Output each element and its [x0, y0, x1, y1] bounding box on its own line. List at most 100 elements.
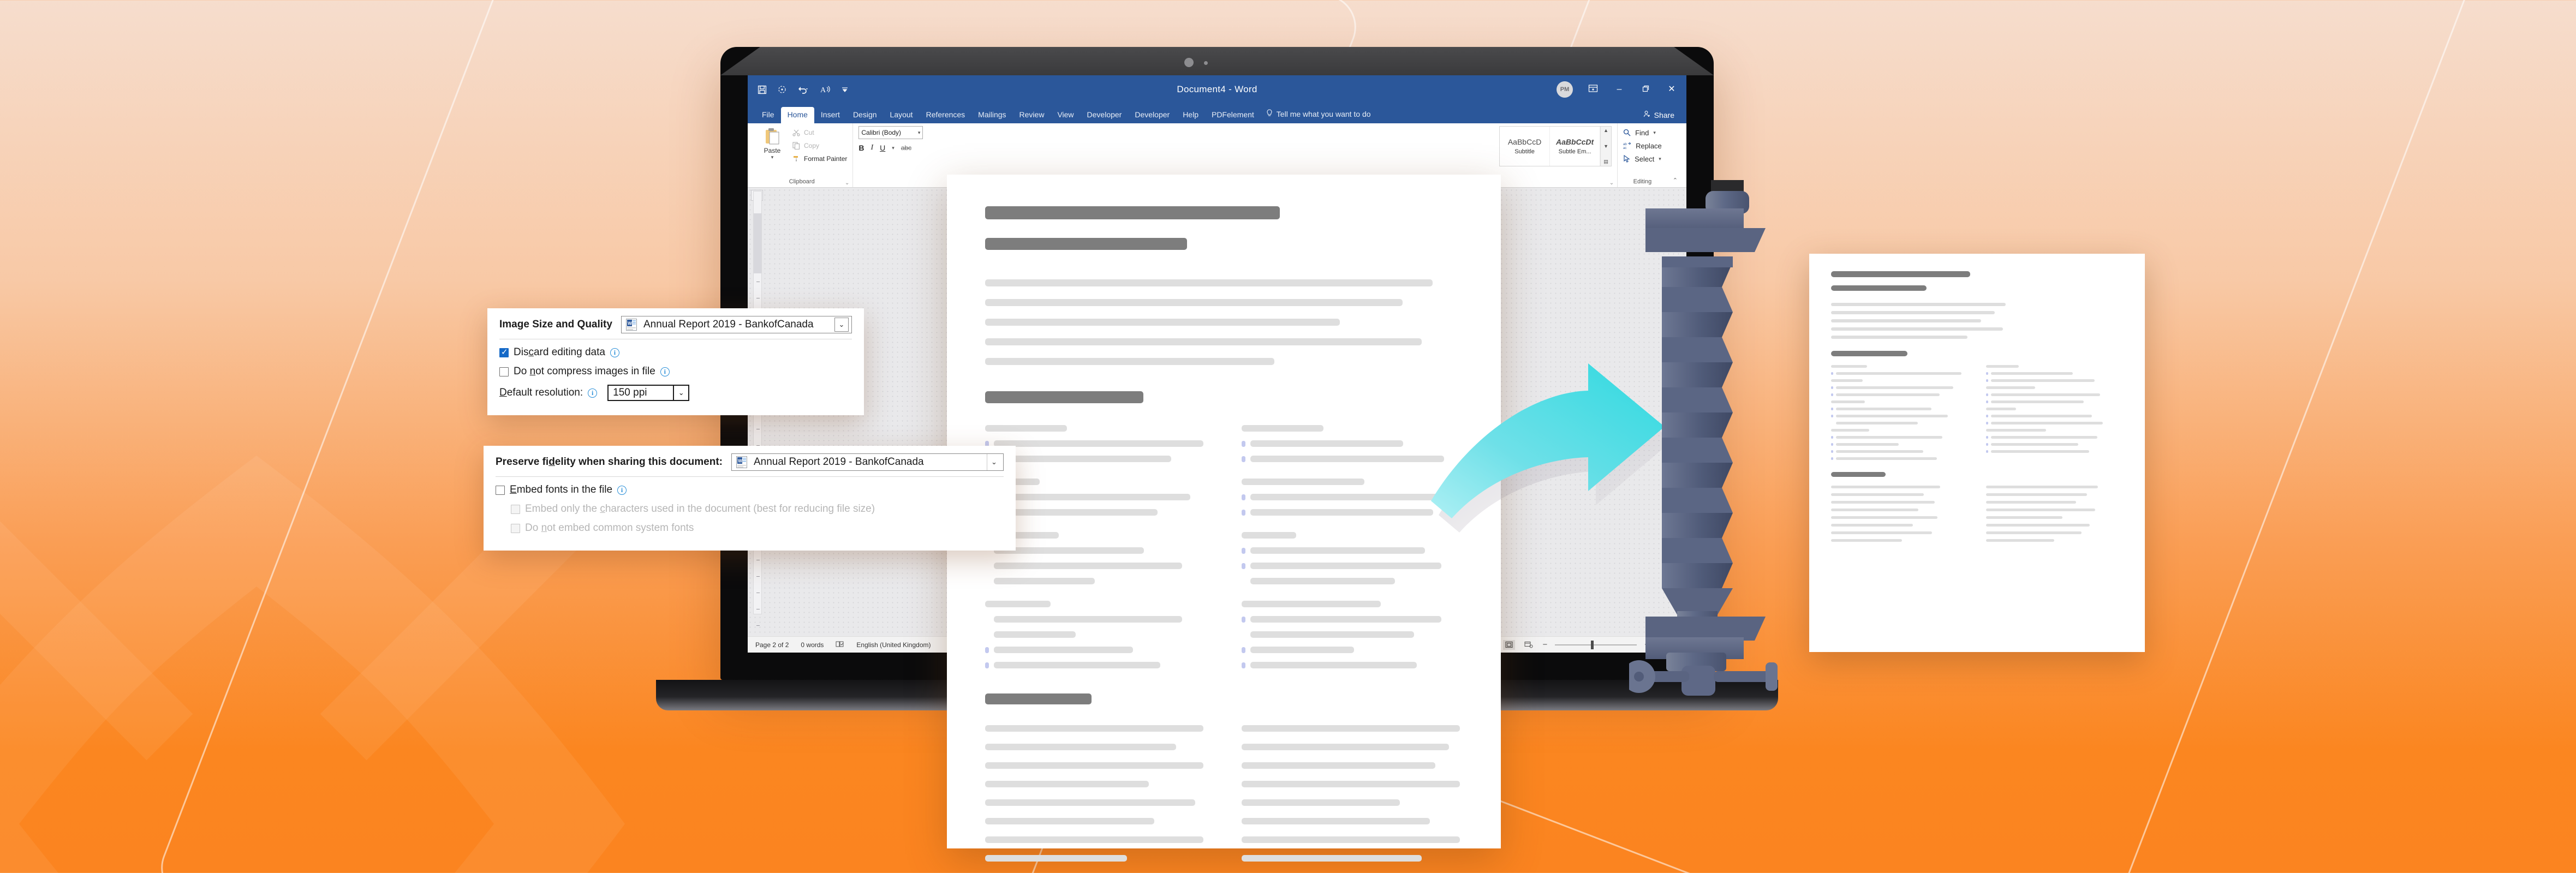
- page-indicator[interactable]: Page 2 of 2: [755, 641, 789, 649]
- underline-caret-icon[interactable]: ▾: [892, 145, 895, 151]
- do-not-embed-system-fonts-row: Do not embed common system fonts: [511, 522, 1004, 534]
- font-format-row: B I U ▾ abc: [858, 143, 1488, 152]
- dialog-title: Preserve fidelity when sharing this docu…: [496, 456, 723, 468]
- tell-me-search[interactable]: Tell me what you want to do: [1261, 106, 1376, 123]
- print-layout-button[interactable]: [1503, 639, 1516, 650]
- clipboard-group-label: Clipboard ⌄: [789, 178, 850, 186]
- do-not-compress-images-row[interactable]: Do not compress images in file i: [499, 366, 852, 378]
- preserve-fidelity-dialog: Preserve fidelity when sharing this docu…: [484, 446, 1016, 551]
- lightbulb-icon: [1266, 109, 1273, 119]
- find-button[interactable]: Find ▾: [1623, 126, 1662, 139]
- styles-scroll-down-icon[interactable]: ▼: [1603, 143, 1608, 149]
- minimize-button[interactable]: –: [1613, 85, 1625, 94]
- styles-more-icon[interactable]: ▤: [1603, 159, 1608, 165]
- svg-text:ac: ac: [1623, 147, 1626, 150]
- bold-button[interactable]: B: [858, 143, 864, 152]
- paste-dropdown-caret-icon[interactable]: ▾: [771, 154, 774, 160]
- close-button[interactable]: ✕: [1666, 85, 1678, 94]
- info-icon[interactable]: i: [617, 485, 627, 495]
- do-not-compress-images-checkbox[interactable]: [499, 367, 509, 376]
- font-name-caret-icon: ▾: [917, 129, 921, 135]
- select-label: Select: [1635, 154, 1655, 163]
- word-count[interactable]: 0 words: [801, 641, 824, 649]
- strikethrough-button[interactable]: abc: [901, 144, 911, 152]
- select-button[interactable]: Select ▾: [1623, 152, 1662, 165]
- cut-button[interactable]: Cut: [792, 126, 847, 139]
- tab-developer-2[interactable]: Developer: [1128, 107, 1176, 123]
- embed-fonts-checkbox[interactable]: [496, 485, 505, 495]
- svg-text:ab: ab: [1623, 143, 1627, 146]
- window-title: Document4 - Word: [1177, 84, 1257, 94]
- clipboard-dialog-launcher[interactable]: ⌄: [845, 180, 849, 186]
- share-button[interactable]: Share: [1643, 110, 1674, 119]
- embed-fonts-row[interactable]: Embed fonts in the file i: [496, 484, 1004, 496]
- styles-gallery[interactable]: AaBbCcD Subtitle AaBbCcDt Subtle Em... ▲…: [1499, 126, 1612, 166]
- ribbon-group-styles: AaBbCcD Subtitle AaBbCcDt Subtle Em... ▲…: [1494, 123, 1618, 187]
- styles-dialog-launcher[interactable]: ⌄: [1609, 180, 1614, 186]
- avatar[interactable]: PM: [1557, 81, 1573, 98]
- style-subtle-emphasis[interactable]: AaBbCcDt Subtle Em...: [1550, 127, 1601, 166]
- replace-label: Replace: [1636, 141, 1662, 150]
- style-name: Subtle Em...: [1558, 148, 1591, 155]
- zoom-out-button[interactable]: −: [1542, 641, 1547, 649]
- discard-editing-data-checkbox[interactable]: [499, 347, 509, 357]
- info-icon[interactable]: i: [660, 367, 670, 376]
- info-icon[interactable]: i: [610, 348, 619, 357]
- compressed-document-page: [1809, 254, 2145, 652]
- underline-button[interactable]: U: [880, 143, 885, 152]
- default-resolution-select[interactable]: 150 ppi ⌄: [607, 385, 690, 401]
- proofing-errors-icon[interactable]: [836, 641, 844, 649]
- styles-scroll-up-icon[interactable]: ▲: [1603, 128, 1608, 133]
- styles-scrollbar[interactable]: ▲ ▼ ▤: [1600, 127, 1612, 166]
- do-not-embed-system-fonts-label: Do not embed common system fonts: [525, 522, 694, 534]
- zoom-slider-thumb[interactable]: [1591, 640, 1594, 649]
- tab-home[interactable]: Home: [780, 107, 814, 123]
- scope-value: Annual Report 2019 - BankofCanada: [754, 456, 924, 468]
- language-indicator[interactable]: English (United Kingdom): [856, 641, 931, 649]
- chevron-down-icon[interactable]: ⌄: [834, 318, 849, 332]
- tab-pdfelement[interactable]: PDFelement: [1205, 107, 1261, 123]
- restore-button[interactable]: [1639, 85, 1651, 94]
- discard-editing-data-label: Discard editing data: [514, 346, 605, 358]
- find-caret-icon[interactable]: ▾: [1653, 130, 1656, 136]
- info-icon[interactable]: i: [588, 388, 598, 398]
- ribbon-display-options-icon[interactable]: [1587, 84, 1599, 95]
- tab-review[interactable]: Review: [1013, 107, 1051, 123]
- default-resolution-label: Default resolution:: [499, 387, 583, 398]
- fidelity-scope-select[interactable]: W Annual Report 2019 - BankofCanada ⌄: [731, 453, 1004, 471]
- tab-design[interactable]: Design: [846, 107, 884, 123]
- copy-button[interactable]: Copy: [792, 139, 847, 152]
- style-subtitle[interactable]: AaBbCcD Subtitle: [1500, 127, 1551, 166]
- replace-button[interactable]: ab ac Replace: [1623, 139, 1662, 152]
- tab-references[interactable]: References: [920, 107, 972, 123]
- paste-button[interactable]: Paste ▾: [756, 126, 788, 160]
- tab-file[interactable]: File: [755, 107, 781, 123]
- ribbon-collapse-area: ⌃: [1667, 123, 1683, 187]
- copy-label: Copy: [804, 142, 820, 150]
- tab-developer-1[interactable]: Developer: [1081, 107, 1129, 123]
- chevron-down-icon[interactable]: ⌄: [987, 454, 1001, 470]
- zoom-slider[interactable]: [1555, 640, 1637, 649]
- embed-only-characters-checkbox: [511, 504, 520, 514]
- webcam-led-icon: [1204, 61, 1208, 65]
- image-quality-scope-select[interactable]: W Annual Report 2019 - BankofCanada ⌄: [621, 316, 852, 333]
- window-title-bar: A Document4 - Word PM – ✕: [748, 75, 1686, 104]
- web-layout-button[interactable]: [1523, 640, 1535, 650]
- tab-help[interactable]: Help: [1176, 107, 1205, 123]
- search-icon: [1623, 129, 1631, 136]
- styles-group-label: ⌄: [1499, 180, 1614, 186]
- italic-button[interactable]: I: [870, 143, 873, 152]
- default-resolution-row[interactable]: Default resolution: i 150 ppi ⌄: [499, 385, 852, 401]
- tab-layout[interactable]: Layout: [884, 107, 920, 123]
- tab-insert[interactable]: Insert: [814, 107, 846, 123]
- tab-mailings[interactable]: Mailings: [971, 107, 1012, 123]
- select-caret-icon[interactable]: ▾: [1659, 156, 1661, 162]
- format-painter-button[interactable]: Format Painter: [792, 152, 847, 165]
- embed-only-characters-row: Embed only the characters used in the do…: [511, 503, 1004, 515]
- font-name-combobox[interactable]: Calibri (Body) ▾: [858, 126, 923, 139]
- dialog-header: Image Size and Quality W Annual Report 2…: [499, 316, 852, 339]
- window-controls: PM – ✕: [1557, 75, 1678, 104]
- tab-view[interactable]: View: [1051, 107, 1080, 123]
- chevron-down-icon[interactable]: ⌄: [673, 386, 688, 400]
- discard-editing-data-row[interactable]: Discard editing data i: [499, 346, 852, 358]
